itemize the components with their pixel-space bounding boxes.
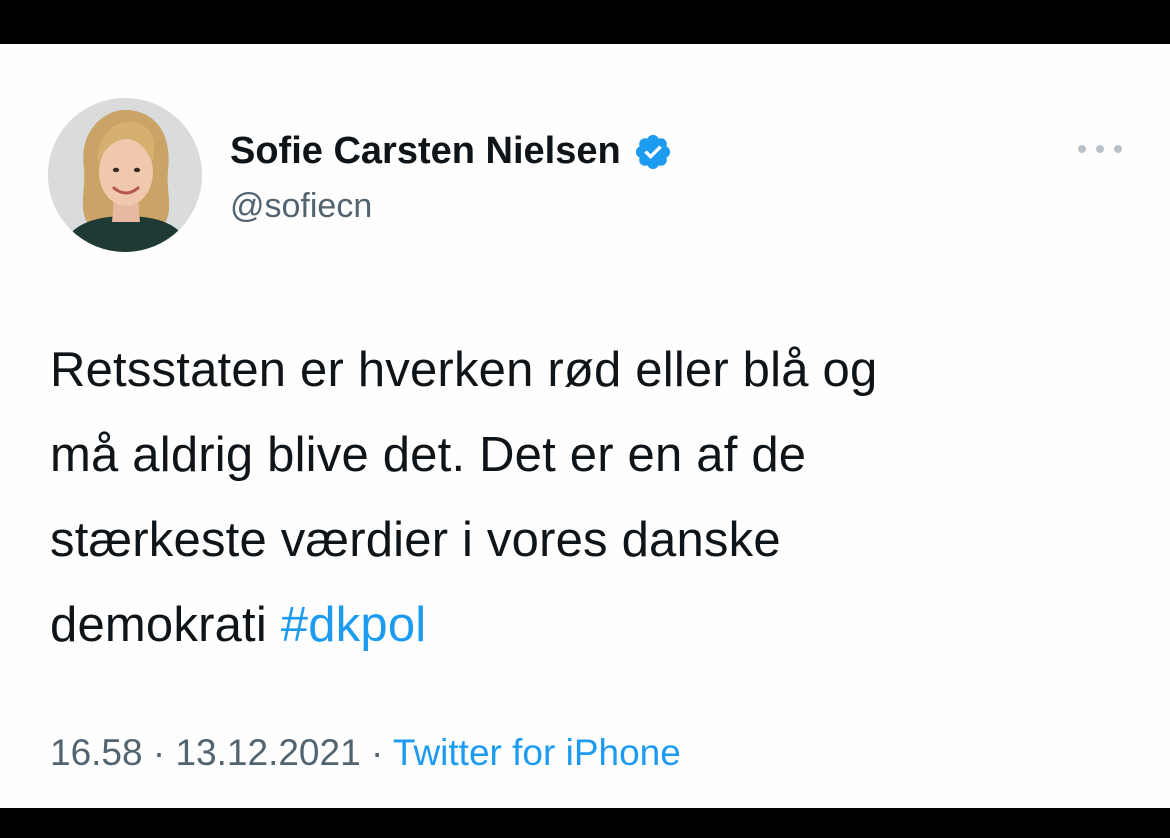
verified-badge-icon [633,132,673,172]
tweet-metadata: 16.58 · 13.12.2021 · Twitter for iPhone [50,732,681,774]
bottom-black-bar [0,808,1170,838]
author-handle[interactable]: @sofiecn [230,187,372,226]
top-black-bar [0,0,1170,44]
tweet-source-link[interactable]: Twitter for iPhone [393,732,681,773]
tweet-time[interactable]: 16.58 [50,732,143,773]
meta-separator: · [152,732,166,773]
meta-separator: · [370,732,384,773]
avatar[interactable] [48,98,202,252]
tweet-date[interactable]: 13.12.2021 [175,732,360,773]
more-dot [1096,145,1104,153]
tweet-text-line-last: demokrati #dkpol [50,583,1130,668]
tweet-text-line: Retsstaten er hverken rød eller blå og [50,343,878,397]
more-options-icon[interactable] [1078,139,1122,159]
hashtag-link[interactable]: #dkpol [281,598,427,652]
tweet-text: Retsstaten er hverken rød eller blå og m… [50,328,1130,668]
tweet-text-line: stærkeste værdier i vores danske [50,513,781,567]
author-name[interactable]: Sofie Carsten Nielsen [230,130,621,173]
more-dot [1114,145,1122,153]
author-name-row[interactable]: Sofie Carsten Nielsen [230,130,673,173]
tweet-text-line: demokrati [50,598,267,652]
avatar-portrait [48,98,202,252]
tweet-text-line: må aldrig blive det. Det er en af de [50,428,807,482]
tweet-card: Sofie Carsten Nielsen @sofiecn Retsstate… [0,44,1170,808]
more-dot [1078,145,1086,153]
